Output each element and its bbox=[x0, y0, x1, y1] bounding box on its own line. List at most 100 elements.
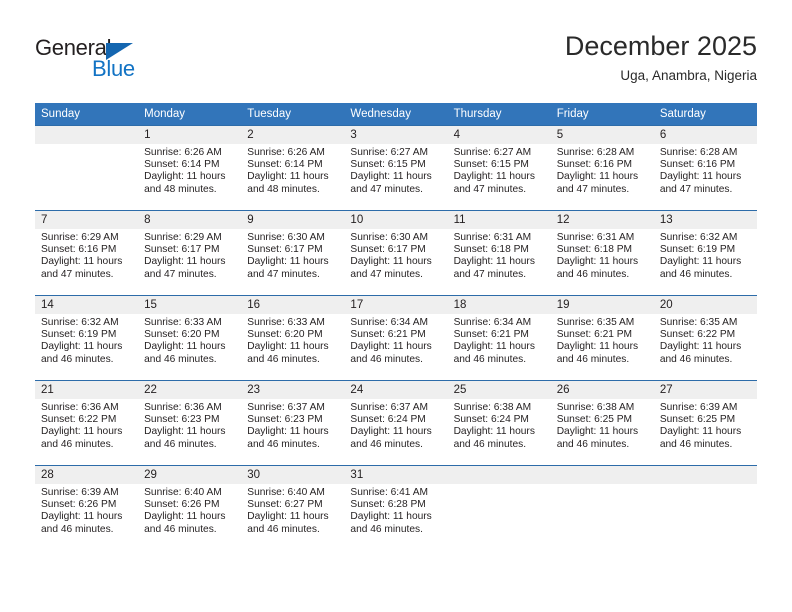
calendar-day-cell[interactable]: 12 Sunrise: 6:31 AM Sunset: 6:18 PM Dayligh… bbox=[550, 210, 654, 288]
detail-sunrise: Sunrise: 6:30 AM bbox=[350, 232, 429, 243]
detail-sunrise: Sunrise: 6:40 AM bbox=[144, 487, 222, 498]
week-spacer-cell bbox=[35, 288, 757, 296]
calendar-day-cell[interactable]: 10 Sunrise: 6:30 AM Sunset: 6:17 PM Dayligh… bbox=[344, 210, 448, 288]
week-spacer-row bbox=[35, 203, 757, 211]
calendar-day-cell[interactable]: 3 Sunrise: 6:27 AM Sunset: 6:15 PM Daylight… bbox=[344, 125, 448, 203]
day-details: Sunrise: 6:39 AM Sunset: 6:26 PM Daylight:… bbox=[35, 484, 138, 543]
calendar-day-cell[interactable]: 6 Sunrise: 6:28 AM Sunset: 6:16 PM Daylight… bbox=[653, 125, 757, 203]
day-number: 25 bbox=[447, 381, 551, 399]
detail-sunrise: Sunrise: 6:38 AM bbox=[453, 402, 532, 413]
calendar-day-cell[interactable]: 25 Sunrise: 6:38 AM Sunset: 6:24 PM Dayligh… bbox=[447, 380, 551, 458]
calendar-day-cell[interactable]: 16 Sunrise: 6:33 AM Sunset: 6:20 PM Dayligh… bbox=[241, 295, 345, 373]
weekday-header-saturday: Saturday bbox=[653, 103, 757, 126]
detail-daylight-line1: Daylight: 11 hours bbox=[350, 341, 432, 353]
general-blue-logo[interactable]: General Blue bbox=[35, 35, 165, 87]
detail-sunset: Sunset: 6:14 PM bbox=[144, 159, 220, 171]
detail-daylight-line2: and 46 minutes. bbox=[350, 438, 423, 450]
calendar-day-cell[interactable]: 21 Sunrise: 6:36 AM Sunset: 6:22 PM Dayligh… bbox=[35, 380, 139, 458]
detail-daylight-line1: Daylight: 11 hours bbox=[41, 341, 123, 353]
detail-sunset: Sunset: 6:17 PM bbox=[247, 244, 323, 256]
day-number: 12 bbox=[550, 211, 654, 229]
calendar-day-cell[interactable]: 8 Sunrise: 6:29 AM Sunset: 6:17 PM Daylight… bbox=[138, 210, 242, 288]
day-details: Sunrise: 6:40 AM Sunset: 6:26 PM Daylight:… bbox=[138, 484, 241, 543]
detail-sunset: Sunset: 6:15 PM bbox=[350, 159, 426, 171]
detail-daylight-line2: and 46 minutes. bbox=[247, 438, 320, 450]
detail-sunset: Sunset: 6:25 PM bbox=[659, 414, 736, 426]
calendar-day-cell[interactable]: 22 Sunrise: 6:36 AM Sunset: 6:23 PM Dayligh… bbox=[138, 380, 242, 458]
detail-daylight-line2: and 47 minutes. bbox=[350, 183, 423, 195]
calendar-day-cell[interactable]: 29 Sunrise: 6:40 AM Sunset: 6:26 PM Dayligh… bbox=[138, 465, 242, 543]
detail-daylight-line2: and 47 minutes. bbox=[453, 183, 527, 195]
day-number: 5 bbox=[550, 126, 654, 144]
calendar-day-cell[interactable]: 7 Sunrise: 6:29 AM Sunset: 6:16 PM Daylight… bbox=[35, 210, 139, 288]
detail-sunset: Sunset: 6:16 PM bbox=[659, 159, 736, 171]
day-details: Sunrise: 6:28 AM Sunset: 6:16 PM Daylight:… bbox=[551, 144, 654, 203]
week-spacer-cell bbox=[35, 203, 757, 211]
day-number: 22 bbox=[138, 381, 242, 399]
detail-daylight-line1: Daylight: 11 hours bbox=[659, 341, 742, 353]
calendar-day-cell-empty bbox=[447, 465, 551, 543]
calendar-day-cell[interactable]: 11 Sunrise: 6:31 AM Sunset: 6:18 PM Dayligh… bbox=[447, 210, 551, 288]
day-details: Sunrise: 6:30 AM Sunset: 6:17 PM Daylight:… bbox=[344, 229, 447, 288]
day-details: Sunrise: 6:32 AM Sunset: 6:19 PM Daylight:… bbox=[654, 229, 757, 288]
detail-sunrise: Sunrise: 6:26 AM bbox=[247, 147, 325, 158]
calendar-day-cell[interactable]: 5 Sunrise: 6:28 AM Sunset: 6:16 PM Daylight… bbox=[550, 125, 654, 203]
detail-sunset: Sunset: 6:19 PM bbox=[41, 329, 117, 341]
day-number: 11 bbox=[447, 211, 551, 229]
calendar-day-cell[interactable]: 9 Sunrise: 6:30 AM Sunset: 6:17 PM Daylight… bbox=[241, 210, 345, 288]
calendar-day-cell[interactable]: 2 Sunrise: 6:26 AM Sunset: 6:14 PM Daylight… bbox=[241, 125, 345, 203]
day-number: 31 bbox=[344, 466, 448, 484]
detail-daylight-line1: Daylight: 11 hours bbox=[556, 171, 639, 183]
day-number: 3 bbox=[344, 126, 448, 144]
calendar-day-cell[interactable]: 13 Sunrise: 6:32 AM Sunset: 6:19 PM Dayligh… bbox=[653, 210, 757, 288]
day-details: Sunrise: 6:39 AM Sunset: 6:25 PM Daylight:… bbox=[654, 399, 757, 458]
week-spacer-row bbox=[35, 373, 757, 381]
detail-sunrise: Sunrise: 6:34 AM bbox=[453, 317, 532, 328]
detail-daylight-line1: Daylight: 11 hours bbox=[247, 426, 329, 438]
calendar-body: 1 Sunrise: 6:26 AM Sunset: 6:14 PM Daylight… bbox=[35, 125, 757, 543]
detail-daylight-line2: and 46 minutes. bbox=[659, 268, 733, 280]
calendar-day-cell[interactable]: 4 Sunrise: 6:27 AM Sunset: 6:15 PM Daylight… bbox=[447, 125, 551, 203]
detail-daylight-line2: and 47 minutes. bbox=[453, 268, 527, 280]
day-details: Sunrise: 6:28 AM Sunset: 6:16 PM Daylight:… bbox=[654, 144, 757, 203]
calendar-day-cell[interactable]: 14 Sunrise: 6:32 AM Sunset: 6:19 PM Dayligh… bbox=[35, 295, 139, 373]
day-details: Sunrise: 6:33 AM Sunset: 6:20 PM Daylight:… bbox=[241, 314, 344, 373]
calendar-day-cell[interactable]: 15 Sunrise: 6:33 AM Sunset: 6:20 PM Dayligh… bbox=[138, 295, 242, 373]
detail-sunset: Sunset: 6:26 PM bbox=[41, 499, 117, 511]
day-details: Sunrise: 6:35 AM Sunset: 6:21 PM Daylight:… bbox=[551, 314, 654, 373]
day-details bbox=[654, 484, 757, 543]
detail-daylight-line1: Daylight: 11 hours bbox=[144, 426, 226, 438]
calendar-day-cell[interactable]: 28 Sunrise: 6:39 AM Sunset: 6:26 PM Dayligh… bbox=[35, 465, 139, 543]
day-number: 6 bbox=[653, 126, 757, 144]
week-spacer-cell bbox=[35, 458, 757, 466]
detail-sunrise: Sunrise: 6:30 AM bbox=[247, 232, 325, 243]
calendar-day-cell[interactable]: 18 Sunrise: 6:34 AM Sunset: 6:21 PM Dayligh… bbox=[447, 295, 551, 373]
detail-sunrise: Sunrise: 6:37 AM bbox=[350, 402, 429, 413]
calendar-day-cell[interactable]: 26 Sunrise: 6:38 AM Sunset: 6:25 PM Dayligh… bbox=[550, 380, 654, 458]
calendar-day-cell[interactable]: 31 Sunrise: 6:41 AM Sunset: 6:28 PM Dayligh… bbox=[344, 465, 448, 543]
calendar-day-cell[interactable]: 19 Sunrise: 6:35 AM Sunset: 6:21 PM Dayligh… bbox=[550, 295, 654, 373]
day-number: 20 bbox=[653, 296, 757, 314]
day-number: 1 bbox=[138, 126, 242, 144]
detail-daylight-line1: Daylight: 11 hours bbox=[350, 171, 432, 183]
calendar-day-cell[interactable]: 20 Sunrise: 6:35 AM Sunset: 6:22 PM Dayligh… bbox=[653, 295, 757, 373]
detail-sunrise: Sunrise: 6:27 AM bbox=[350, 147, 429, 158]
detail-daylight-line2: and 46 minutes. bbox=[144, 523, 217, 535]
day-number bbox=[447, 466, 551, 484]
calendar-day-cell[interactable]: 17 Sunrise: 6:34 AM Sunset: 6:21 PM Dayligh… bbox=[344, 295, 448, 373]
calendar-day-cell[interactable]: 27 Sunrise: 6:39 AM Sunset: 6:25 PM Dayligh… bbox=[653, 380, 757, 458]
calendar-day-cell[interactable]: 24 Sunrise: 6:37 AM Sunset: 6:24 PM Dayligh… bbox=[344, 380, 448, 458]
calendar-day-cell[interactable]: 1 Sunrise: 6:26 AM Sunset: 6:14 PM Daylight… bbox=[138, 125, 242, 203]
day-number bbox=[550, 466, 654, 484]
detail-daylight-line1: Daylight: 11 hours bbox=[556, 426, 639, 438]
calendar-week-row: 28 Sunrise: 6:39 AM Sunset: 6:26 PM Dayligh… bbox=[35, 465, 757, 543]
day-details: Sunrise: 6:35 AM Sunset: 6:22 PM Daylight:… bbox=[654, 314, 757, 373]
calendar-day-cell[interactable]: 23 Sunrise: 6:37 AM Sunset: 6:23 PM Dayligh… bbox=[241, 380, 345, 458]
day-details: Sunrise: 6:40 AM Sunset: 6:27 PM Daylight:… bbox=[241, 484, 344, 543]
calendar-day-cell[interactable]: 30 Sunrise: 6:40 AM Sunset: 6:27 PM Dayligh… bbox=[241, 465, 345, 543]
day-details: Sunrise: 6:38 AM Sunset: 6:24 PM Daylight:… bbox=[448, 399, 551, 458]
detail-sunset: Sunset: 6:19 PM bbox=[659, 244, 736, 256]
detail-sunrise: Sunrise: 6:29 AM bbox=[144, 232, 222, 243]
detail-sunset: Sunset: 6:28 PM bbox=[350, 499, 426, 511]
detail-sunrise: Sunrise: 6:29 AM bbox=[41, 232, 119, 243]
